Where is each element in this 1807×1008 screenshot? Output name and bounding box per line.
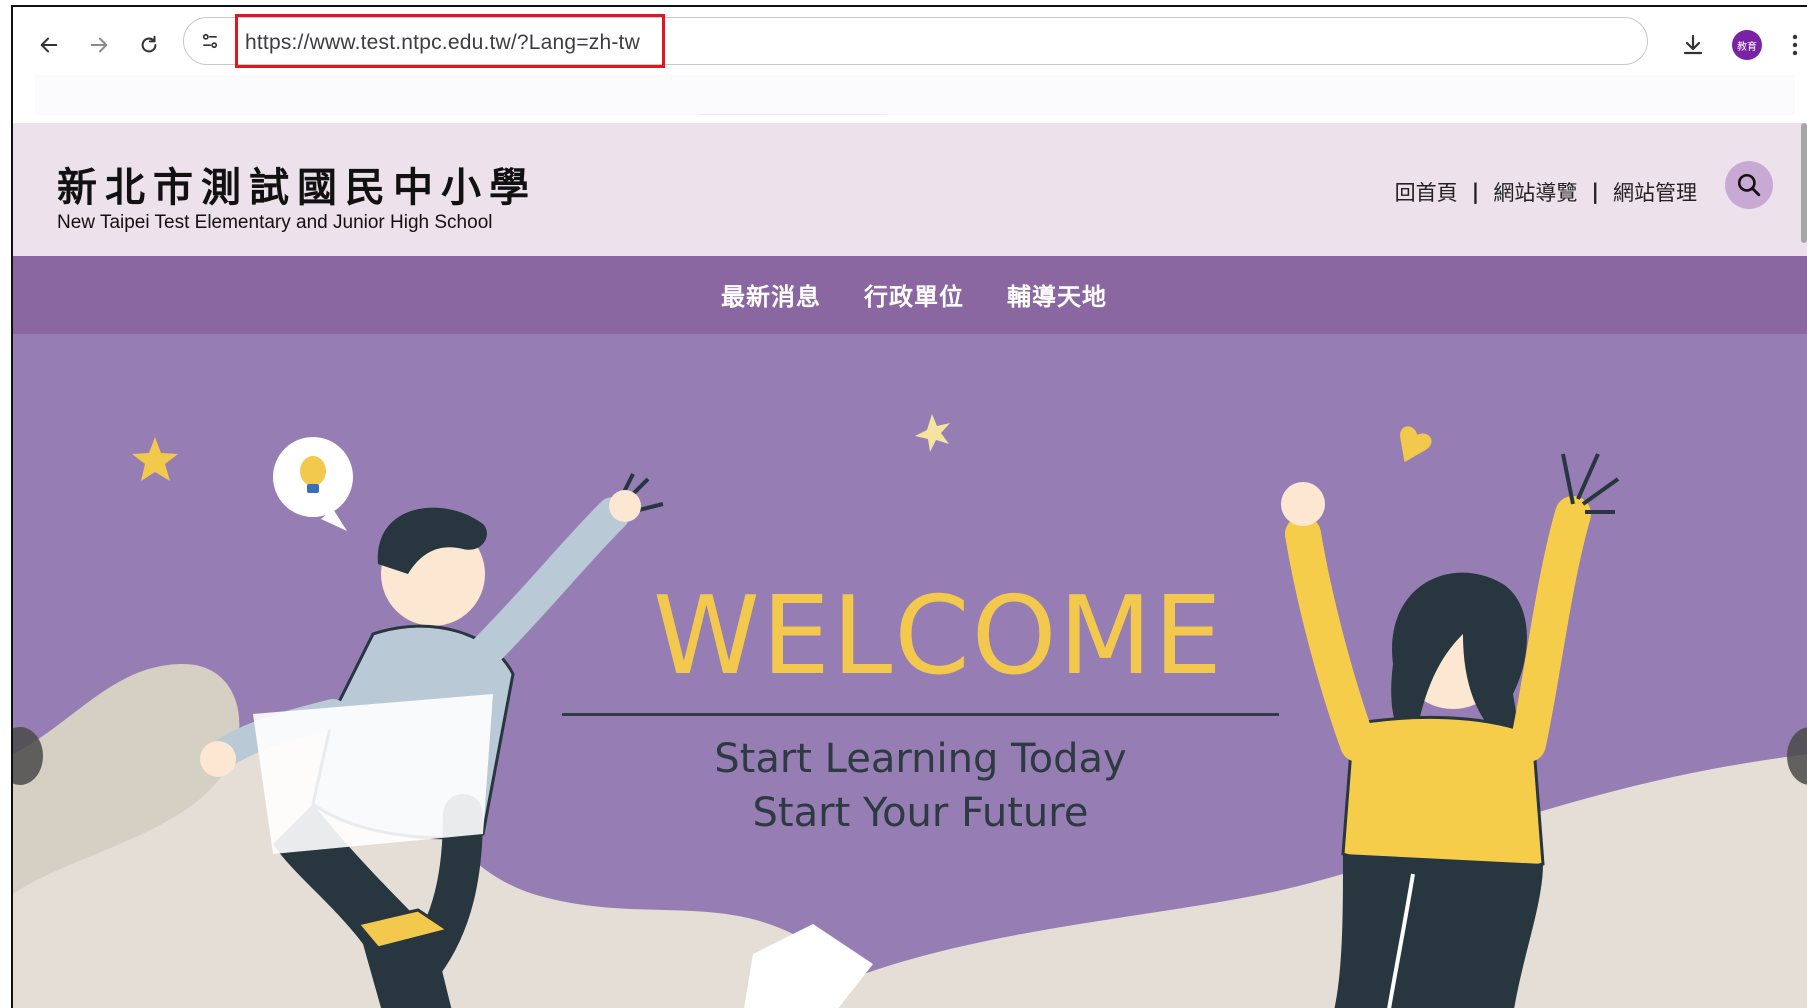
link-admin[interactable]: 網站管理 bbox=[1613, 177, 1697, 207]
main-nav: 最新消息 行政單位 輔導天地 bbox=[13, 256, 1807, 334]
page-scrollbar[interactable] bbox=[1801, 123, 1807, 243]
top-links: 回首頁 | 網站導覽 | 網站管理 bbox=[1395, 177, 1697, 207]
search-icon bbox=[1737, 173, 1761, 197]
menu-item-admin-units[interactable]: 行政單位 bbox=[864, 277, 964, 312]
hero-tagline-2: Start Your Future bbox=[752, 790, 1089, 836]
hero-banner[interactable]: WELCOME Start Learning Today Start Your … bbox=[13, 334, 1807, 1008]
back-arrow-icon bbox=[40, 37, 58, 53]
browser-window: https://www.test.ntpc.edu.tw/?Lang=zh-tw… bbox=[11, 5, 1807, 1008]
menu-item-counseling[interactable]: 輔導天地 bbox=[1007, 277, 1107, 312]
forward-button[interactable] bbox=[79, 25, 119, 65]
bookmark-bar bbox=[35, 75, 1795, 115]
back-button[interactable] bbox=[29, 25, 69, 65]
school-name-chinese[interactable]: 新北市測試國民中小學 bbox=[57, 155, 537, 213]
hero-divider bbox=[562, 713, 1279, 716]
hero-tagline-1: Start Learning Today bbox=[714, 736, 1127, 782]
more-menu-button[interactable] bbox=[1775, 25, 1807, 65]
link-home[interactable]: 回首頁 bbox=[1395, 177, 1458, 207]
url-text[interactable]: https://www.test.ntpc.edu.tw/?Lang=zh-tw bbox=[245, 31, 640, 55]
more-vert-icon bbox=[1792, 34, 1798, 56]
profile-avatar[interactable]: 教育 bbox=[1732, 30, 1762, 60]
site-header: 新北市測試國民中小學 New Taipei Test Elementary an… bbox=[13, 123, 1807, 256]
profile-label: 教育 bbox=[1737, 41, 1757, 53]
hero-headline: WELCOME bbox=[653, 574, 1225, 699]
browser-toolbar: https://www.test.ntpc.edu.tw/?Lang=zh-tw… bbox=[13, 7, 1807, 79]
link-separator: | bbox=[1471, 180, 1480, 204]
link-separator: | bbox=[1591, 180, 1599, 204]
download-button[interactable] bbox=[1673, 25, 1713, 65]
search-button[interactable] bbox=[1725, 161, 1773, 209]
download-icon bbox=[1683, 34, 1703, 55]
link-sitemap[interactable]: 網站導覽 bbox=[1493, 177, 1577, 207]
site-info-button[interactable] bbox=[196, 27, 224, 55]
school-name-english[interactable]: New Taipei Test Elementary and Junior Hi… bbox=[57, 212, 492, 234]
site-info-icon bbox=[202, 33, 218, 49]
reload-button[interactable] bbox=[129, 25, 169, 65]
reload-icon bbox=[141, 35, 157, 53]
menu-item-news[interactable]: 最新消息 bbox=[721, 277, 821, 312]
bookmark-divider bbox=[699, 114, 887, 115]
main-menu: 最新消息 行政單位 輔導天地 bbox=[721, 277, 1107, 312]
forward-arrow-icon bbox=[90, 37, 108, 53]
